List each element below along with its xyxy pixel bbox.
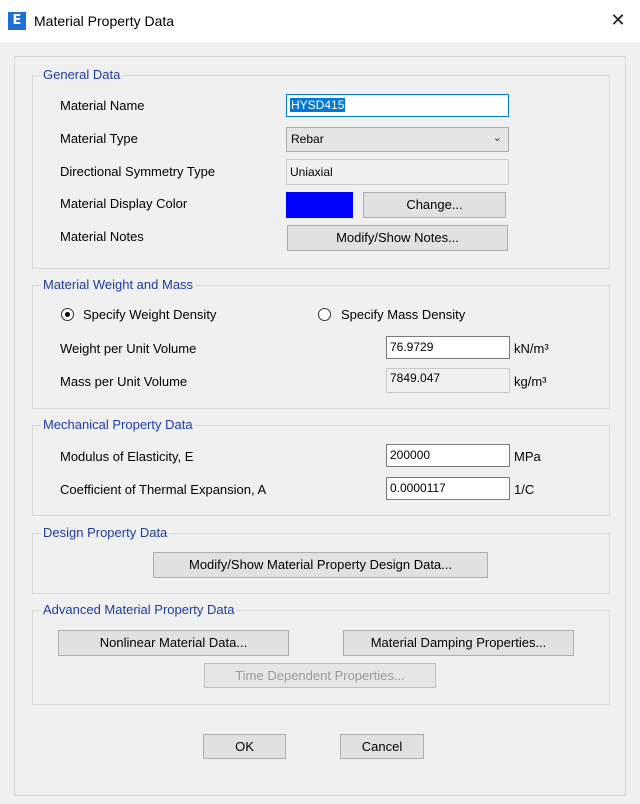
chevron-down-icon: ⌄ <box>492 131 502 144</box>
radio-selected-dot <box>65 312 70 317</box>
modify-show-notes-button[interactable]: Modify/Show Notes... <box>287 225 508 251</box>
mass-per-unit-volume-field: 7849.047 <box>386 368 510 393</box>
display-color-label: Material Display Color <box>60 196 188 211</box>
material-type-label: Material Type <box>60 131 138 146</box>
specify-weight-density-radio[interactable] <box>61 308 74 321</box>
material-damping-properties-button[interactable]: Material Damping Properties... <box>343 630 574 656</box>
advanced-property-group: Advanced Material Property Data <box>32 602 610 705</box>
weight-per-unit-volume-input[interactable]: 76.9729 <box>386 336 510 359</box>
title-bar: E Material Property Data ✕ <box>0 0 640 42</box>
general-data-legend: General Data <box>41 67 123 82</box>
modulus-elasticity-input[interactable]: 200000 <box>386 444 510 467</box>
mechanical-property-legend: Mechanical Property Data <box>41 417 195 432</box>
mass-unit: kg/m³ <box>514 374 547 389</box>
material-name-label: Material Name <box>60 98 145 113</box>
thermal-expansion-input[interactable]: 0.0000117 <box>386 477 510 500</box>
mechanical-property-group: Mechanical Property Data <box>32 417 610 516</box>
weight-mass-legend: Material Weight and Mass <box>41 277 196 292</box>
weight-unit: kN/m³ <box>514 341 549 356</box>
specify-mass-density-radio[interactable] <box>318 308 331 321</box>
advanced-property-legend: Advanced Material Property Data <box>41 602 237 617</box>
mass-per-unit-volume-label: Mass per Unit Volume <box>60 374 188 389</box>
cancel-button[interactable]: Cancel <box>340 734 424 759</box>
material-name-input[interactable]: HYSD415 <box>286 94 509 117</box>
material-type-value: Rebar <box>291 132 324 146</box>
modify-show-design-data-button[interactable]: Modify/Show Material Property Design Dat… <box>153 552 488 578</box>
design-property-legend: Design Property Data <box>41 525 170 540</box>
weight-per-unit-volume-label: Weight per Unit Volume <box>60 341 197 356</box>
modulus-unit: MPa <box>514 449 541 464</box>
material-name-value: HYSD415 <box>290 98 346 112</box>
thermal-expansion-label: Coefficient of Thermal Expansion, A <box>60 482 267 497</box>
nonlinear-material-data-button[interactable]: Nonlinear Material Data... <box>58 630 289 656</box>
window-title: Material Property Data <box>34 13 175 29</box>
etabs-app-icon: E <box>8 12 26 30</box>
close-icon[interactable]: ✕ <box>604 8 632 34</box>
thermal-expansion-unit: 1/C <box>514 482 535 497</box>
directional-symmetry-label: Directional Symmetry Type <box>60 164 216 179</box>
display-color-swatch[interactable] <box>286 192 353 218</box>
time-dependent-properties-button: Time Dependent Properties... <box>204 663 436 688</box>
specify-mass-density-label[interactable]: Specify Mass Density <box>341 307 465 322</box>
ok-button[interactable]: OK <box>203 734 286 759</box>
material-notes-label: Material Notes <box>60 229 144 244</box>
specify-weight-density-label[interactable]: Specify Weight Density <box>83 307 216 322</box>
change-color-button[interactable]: Change... <box>363 192 506 218</box>
directional-symmetry-field: Uniaxial <box>286 159 509 185</box>
material-type-select[interactable]: Rebar ⌄ <box>286 127 509 152</box>
modulus-elasticity-label: Modulus of Elasticity, E <box>60 449 194 464</box>
